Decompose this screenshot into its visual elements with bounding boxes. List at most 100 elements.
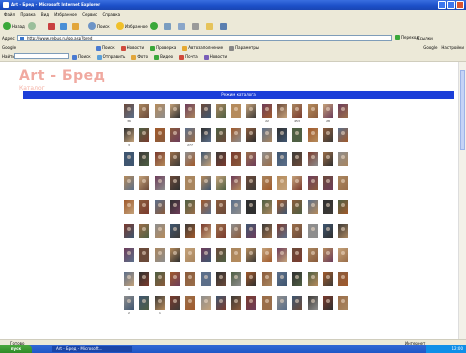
thumbnail-image[interactable] [170,224,180,238]
gallery-item[interactable] [323,272,333,292]
site-logo[interactable]: Art - Бред [19,68,105,84]
thumbnail-image[interactable] [155,128,165,142]
thumbnail-image[interactable] [139,296,149,310]
thumbnail-image[interactable] [124,176,134,190]
google-autofill-button[interactable]: Автозаполнение [182,45,223,51]
gallery-item[interactable] [155,104,165,124]
gallery-item[interactable] [231,248,241,268]
thumbnail-image[interactable] [201,104,211,118]
minimize-button[interactable] [438,1,446,9]
thumbnail-image[interactable] [155,272,165,286]
thumbnail-image[interactable] [246,296,256,310]
gallery-item[interactable]: 277 [185,128,195,148]
gallery-item[interactable] [170,224,180,244]
thumbnail-image[interactable] [155,152,165,166]
gallery-item[interactable] [155,224,165,244]
gallery-item[interactable] [338,128,348,148]
gallery-item[interactable] [246,224,256,244]
gallery-item[interactable] [292,152,302,172]
thumbnail-image[interactable] [338,176,348,190]
ext-news-button[interactable]: Новости [203,54,227,60]
thumbnail-image[interactable] [246,272,256,286]
thumbnail-image[interactable] [277,152,287,166]
gallery-item[interactable] [246,176,256,196]
gallery-item[interactable] [246,248,256,268]
history-button[interactable] [164,21,171,31]
gallery-item[interactable]: 28 [323,104,333,124]
gallery-item[interactable] [338,272,348,292]
thumbnail-image[interactable] [262,296,272,310]
gallery-item[interactable] [201,200,211,220]
gallery-item[interactable] [201,296,211,316]
thumbnail-image[interactable] [201,176,211,190]
gallery-item[interactable] [201,224,211,244]
thumbnail-image[interactable] [338,200,348,214]
gallery-item[interactable] [216,152,226,172]
thumbnail-image[interactable] [139,272,149,286]
thumbnail-image[interactable] [308,224,318,238]
gallery-item[interactable]: 22 [262,104,272,124]
thumbnail-image[interactable] [216,128,226,142]
thumbnail-image[interactable] [323,296,333,310]
gallery-item[interactable] [170,104,180,124]
gallery-item[interactable] [231,272,241,292]
thumbnail-image[interactable] [246,248,256,262]
google-news-button[interactable]: Новости [120,45,144,51]
gallery-item[interactable] [216,296,226,316]
gallery-item[interactable] [231,128,241,148]
maximize-button[interactable] [447,1,455,9]
thumbnail-image[interactable] [262,128,272,142]
gallery-item[interactable] [308,200,318,220]
thumbnail-image[interactable] [201,248,211,262]
gallery-item[interactable] [323,128,333,148]
gallery-item[interactable] [338,104,348,124]
thumbnail-image[interactable] [185,128,195,142]
gallery-item[interactable] [323,224,333,244]
gallery-item[interactable] [292,272,302,292]
thumbnail-image[interactable] [292,104,302,118]
gallery-item[interactable] [155,176,165,196]
gallery-item[interactable]: 2 [124,296,134,316]
thumbnail-image[interactable] [139,224,149,238]
thumbnail-image[interactable] [185,224,195,238]
gallery-item[interactable] [170,296,180,316]
gallery-item[interactable] [338,176,348,196]
thumbnail-image[interactable] [185,248,195,262]
thumbnail-image[interactable] [139,248,149,262]
thumbnail-image[interactable] [292,152,302,166]
thumbnail-image[interactable] [201,200,211,214]
gallery-item[interactable] [277,200,287,220]
thumbnail-image[interactable] [292,248,302,262]
gallery-item[interactable] [170,128,180,148]
thumbnail-image[interactable] [292,224,302,238]
gallery-item[interactable]: 1 [155,296,165,316]
gallery-item[interactable] [292,176,302,196]
thumbnail-image[interactable] [231,128,241,142]
gallery-item[interactable] [201,272,211,292]
google-search-button[interactable]: Поиск [96,45,115,51]
thumbnail-image[interactable] [231,104,241,118]
thumbnail-image[interactable] [124,104,134,118]
gallery-item[interactable] [338,152,348,172]
gallery-item[interactable] [292,248,302,268]
thumbnail-image[interactable] [170,128,180,142]
gallery-item[interactable] [231,296,241,316]
thumbnail-image[interactable] [308,272,318,286]
thumbnail-image[interactable] [216,200,226,214]
thumbnail-image[interactable] [155,200,165,214]
gallery-item[interactable] [308,176,318,196]
thumbnail-image[interactable] [231,176,241,190]
thumbnail-image[interactable] [338,152,348,166]
gallery-item[interactable] [246,296,256,316]
thumbnail-image[interactable] [277,296,287,310]
gallery-item[interactable] [139,152,149,172]
gallery-item[interactable] [155,200,165,220]
gallery-item[interactable] [308,128,318,148]
google-check-button[interactable]: Проверка [150,45,176,51]
thumbnail-image[interactable] [338,296,348,310]
gallery-item[interactable] [277,128,287,148]
gallery-item[interactable] [170,176,180,196]
gallery-item[interactable] [124,176,134,196]
thumbnail-image[interactable] [185,296,195,310]
find-input[interactable] [14,53,69,59]
